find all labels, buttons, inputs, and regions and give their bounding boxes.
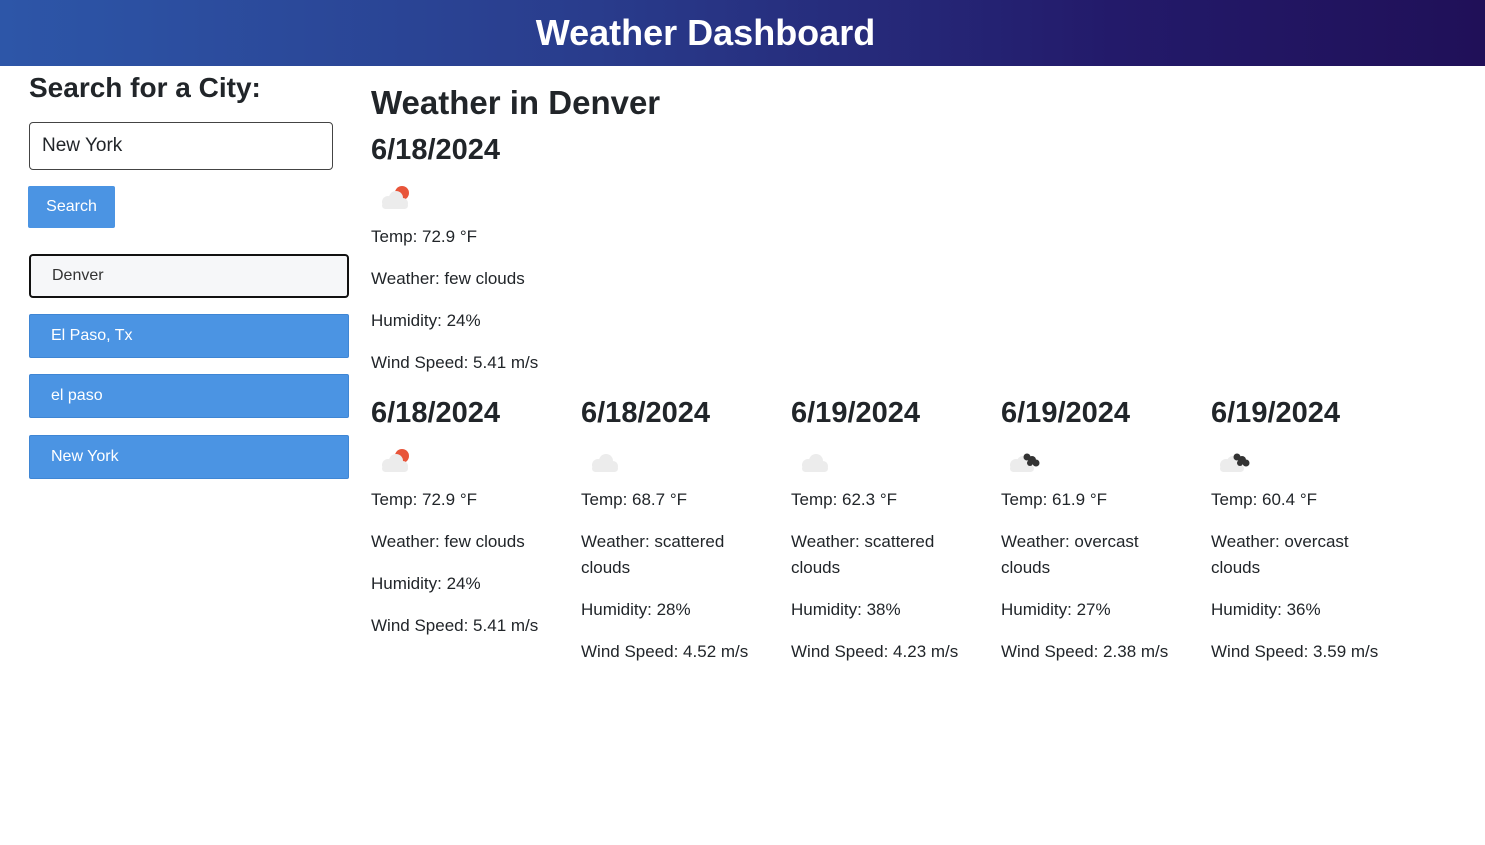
- forecast-card: 6/19/2024 Temp: 61.9 °F Weather: overcas…: [1001, 393, 1211, 665]
- scattered-clouds-icon: [791, 441, 841, 481]
- forecast-temp: Temp: 68.7 °F: [581, 490, 688, 509]
- forecast-date: 6/18/2024: [581, 397, 711, 429]
- forecast-description: Weather: few clouds: [371, 532, 525, 551]
- history-item-denver[interactable]: Denver: [29, 254, 349, 298]
- history-item-new-york[interactable]: New York: [29, 435, 349, 479]
- forecast-card: 6/19/2024 Temp: 60.4 °F Weather: overcas…: [1211, 393, 1421, 665]
- forecast-humidity: Humidity: 28%: [581, 600, 691, 619]
- forecast-date: 6/18/2024: [371, 397, 501, 429]
- overcast-clouds-icon: [1001, 441, 1051, 481]
- forecast-card: 6/18/2024 Temp: 72.9 °F Weather: few clo…: [371, 393, 581, 665]
- few-clouds-day-icon: [371, 441, 421, 481]
- forecast-temp: Temp: 62.3 °F: [791, 490, 898, 509]
- forecast-wind: Wind Speed: 4.23 m/s: [791, 642, 959, 661]
- forecast-description: Weather: overcast clouds: [1001, 532, 1139, 577]
- forecast-date: 6/19/2024: [791, 397, 921, 429]
- forecast-date: 6/19/2024: [1001, 397, 1131, 429]
- current-humidity: Humidity: 24%: [371, 311, 481, 330]
- forecast-wind: Wind Speed: 4.52 m/s: [581, 642, 749, 661]
- current-description: Weather: few clouds: [371, 269, 525, 288]
- forecast-temp: Temp: 72.9 °F: [371, 490, 478, 509]
- few-clouds-day-icon: [371, 178, 421, 218]
- scattered-clouds-icon: [581, 441, 631, 481]
- app-header: Weather Dashboard: [0, 0, 1485, 66]
- history-item-el-paso[interactable]: el paso: [29, 374, 349, 418]
- current-city-heading: Weather in Denver: [371, 84, 661, 121]
- forecast-humidity: Humidity: 24%: [371, 574, 481, 593]
- forecast-wind: Wind Speed: 3.59 m/s: [1211, 642, 1379, 661]
- forecast-temp: Temp: 60.4 °F: [1211, 490, 1318, 509]
- forecast-date: 6/19/2024: [1211, 397, 1341, 429]
- forecast-row: 6/18/2024 Temp: 72.9 °F Weather: few clo…: [371, 393, 1421, 665]
- forecast-description: Weather: scattered clouds: [581, 532, 725, 577]
- history-item-el-paso-tx[interactable]: El Paso, Tx: [29, 314, 349, 358]
- current-date: 6/18/2024: [371, 134, 501, 166]
- forecast-humidity: Humidity: 36%: [1211, 600, 1321, 619]
- current-weather: 6/18/2024 Temp: 72.9 °F Weather: few clo…: [371, 130, 631, 376]
- forecast-description: Weather: scattered clouds: [791, 532, 935, 577]
- app-title: Weather Dashboard: [535, 12, 876, 53]
- current-temp: Temp: 72.9 °F: [371, 227, 478, 246]
- forecast-description: Weather: overcast clouds: [1211, 532, 1349, 577]
- forecast-wind: Wind Speed: 5.41 m/s: [371, 616, 539, 635]
- search-heading: Search for a City:: [29, 72, 261, 103]
- current-wind: Wind Speed: 5.41 m/s: [371, 353, 539, 372]
- city-search-input[interactable]: [29, 122, 333, 170]
- forecast-card: 6/19/2024 Temp: 62.3 °F Weather: scatter…: [791, 393, 1001, 665]
- forecast-humidity: Humidity: 27%: [1001, 600, 1111, 619]
- forecast-temp: Temp: 61.9 °F: [1001, 490, 1108, 509]
- search-button[interactable]: Search: [28, 186, 115, 228]
- forecast-card: 6/18/2024 Temp: 68.7 °F Weather: scatter…: [581, 393, 791, 665]
- overcast-clouds-icon: [1211, 441, 1261, 481]
- forecast-wind: Wind Speed: 2.38 m/s: [1001, 642, 1169, 661]
- forecast-humidity: Humidity: 38%: [791, 600, 901, 619]
